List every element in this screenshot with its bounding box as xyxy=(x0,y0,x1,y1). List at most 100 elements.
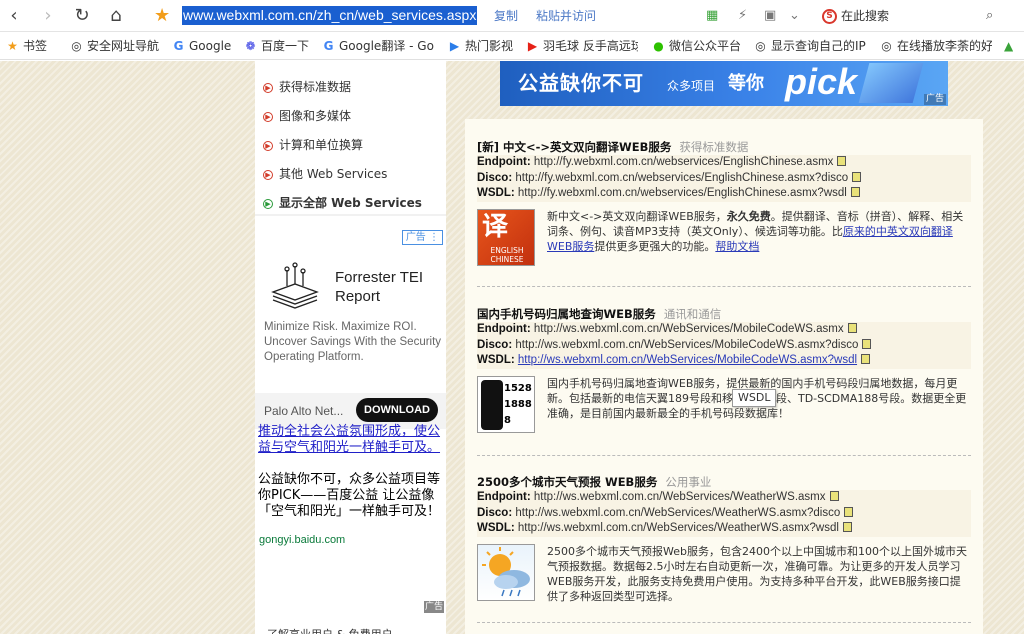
wsdl-url[interactable]: http://ws.webxml.com.cn/WebServices/Mobi… xyxy=(518,354,857,366)
copy-icon[interactable] xyxy=(829,491,839,501)
category-link[interactable]: ▶ 获得标准数据 xyxy=(263,79,351,95)
service-title[interactable]: 国内手机号码归属地查询WEB服务 通讯和通信 xyxy=(477,306,971,322)
bookmark-item[interactable]: ◎ 显示查询自己的IP xyxy=(754,38,866,54)
service-list: [新] 中文<->英文双向翻译WEB服务 获得标准数据 Endpoint: htt… xyxy=(465,119,983,634)
promo-text: 公益缺你不可，众多公益项目等你PICK——百度公益 让公益像「空气和阳光」一样触… xyxy=(258,472,441,519)
copy-icon[interactable] xyxy=(862,338,872,349)
service-category[interactable]: 通讯和通信 xyxy=(664,307,722,321)
paste-and-go-button[interactable]: 粘贴并访问 xyxy=(536,8,596,24)
translate-thumbnail: 译 ENGLISH CHINESE xyxy=(477,208,535,266)
service-category[interactable]: 公用事业 xyxy=(665,475,711,489)
endpoint-row: Endpoint: http://ws.webxml.com.cn/WebSer… xyxy=(477,490,971,506)
bookmark-item[interactable]: G Google xyxy=(172,38,232,54)
globe-icon: ◎ xyxy=(881,39,892,53)
thumbnail-text: ENGLISH CHINESE xyxy=(490,245,524,264)
ad-badge[interactable]: 广告 ⋮ xyxy=(401,230,443,245)
search-icon[interactable]: ⌕ xyxy=(986,7,993,25)
copy-icon[interactable] xyxy=(842,522,852,532)
copy-icon[interactable] xyxy=(844,506,854,517)
help-doc-link[interactable]: 帮助文档 xyxy=(715,240,759,253)
copy-icon[interactable] xyxy=(837,156,847,166)
wsdl-url[interactable]: http://fy.webxml.com.cn/webservices/Engl… xyxy=(518,187,847,199)
endpoint-url[interactable]: http://fy.webxml.com.cn/webservices/Engl… xyxy=(534,156,834,168)
bookmark-item[interactable]: ◎ 在线播放李荼的好 xyxy=(880,38,992,54)
search-placeholder: 在此搜索 xyxy=(841,9,890,23)
bookmark-star-icon[interactable]: ★ xyxy=(154,5,170,26)
banner-pick-text: pick xyxy=(785,61,858,102)
wsdl-row: WSDL: http://ws.webxml.com.cn/WebService… xyxy=(477,521,971,537)
disco-url[interactable]: http://ws.webxml.com.cn/WebServices/Mobi… xyxy=(515,339,858,351)
ad-text[interactable]: 了解高业用户 & 免费用户 xyxy=(267,626,393,634)
copy-icon[interactable] xyxy=(850,187,860,197)
wsdl-url[interactable]: http://ws.webxml.com.cn/WebServices/Weat… xyxy=(518,522,839,534)
search-engine-icon[interactable]: S xyxy=(822,9,837,24)
copy-icon[interactable] xyxy=(852,171,862,182)
tooltip: WSDL xyxy=(732,389,777,407)
bookmark-item[interactable]: ★ 书签 xyxy=(6,38,47,54)
endpoint-url[interactable]: http://ws.webxml.com.cn/WebServices/Mobi… xyxy=(534,323,844,335)
more-icon[interactable]: ▲ xyxy=(1004,38,1013,54)
baidu-icon: ❁ xyxy=(245,39,256,53)
wsdl-row: WSDL: http://ws.webxml.com.cn/WebService… xyxy=(477,353,971,369)
bookmark-item[interactable]: G Google翻译 - Go xyxy=(322,38,434,54)
bookmark-item[interactable]: ● 微信公众平台 xyxy=(652,38,741,54)
disco-row: Disco: http://fy.webxml.com.cn/webservic… xyxy=(477,170,971,186)
back-icon[interactable]: ‹ xyxy=(4,6,24,26)
bookmark-item[interactable]: ▶ 羽毛球 反手高远球 xyxy=(526,38,638,54)
category-link[interactable]: ▶ 其他 Web Services xyxy=(263,166,387,182)
youtube-icon: ▶ xyxy=(527,39,538,53)
google-icon: G xyxy=(173,39,184,53)
banner-graphic xyxy=(858,63,924,103)
sidebar-ad[interactable]: 广告 ⋮ Forrester TEI Report Minimize Risk.… xyxy=(255,228,446,429)
page-content: ▶ 获得标准数据 ▶ 图像和多媒体 ▶ 计算和单位换算 ▶ 其他 Web Service… xyxy=(0,61,1024,634)
reload-icon[interactable]: ↻ xyxy=(72,6,92,26)
disco-row: Disco: http://ws.webxml.com.cn/WebServic… xyxy=(477,337,971,353)
separator xyxy=(477,455,971,456)
service-category[interactable]: 获得标准数据 xyxy=(679,140,748,154)
wsdl-row: WSDL: http://fy.webxml.com.cn/webservice… xyxy=(477,186,971,202)
separator xyxy=(477,622,971,623)
service-entry: 2500多个城市天气预报 WEB服务 公用事业 Endpoint: http://… xyxy=(477,474,971,604)
stack-logo-icon xyxy=(271,262,319,309)
endpoint-url[interactable]: http://ws.webxml.com.cn/WebServices/Weat… xyxy=(534,491,826,503)
arrow-icon: ▶ xyxy=(263,169,273,180)
banner-ad[interactable]: 公益缺你不可 众多项目 等你 pick 广告 xyxy=(500,61,948,106)
globe-icon: ◎ xyxy=(755,39,766,53)
bookmark-item[interactable]: ◎ 安全网址导航 xyxy=(70,38,159,54)
promo-domain[interactable]: gongyi.baidu.com xyxy=(259,534,345,546)
copy-icon[interactable] xyxy=(861,354,871,364)
disco-row: Disco: http://ws.webxml.com.cn/WebServic… xyxy=(477,505,971,521)
lightning-icon[interactable]: ⚡ xyxy=(738,7,747,25)
service-entry: 国内手机号码归属地查询WEB服务 通讯和通信 Endpoint: http://w… xyxy=(477,306,971,436)
ad-title[interactable]: Forrester TEI Report xyxy=(335,268,443,306)
show-all-link[interactable]: ▶ 显示全部 Web Services xyxy=(263,195,422,211)
star-icon: ★ xyxy=(7,39,18,53)
disco-url[interactable]: http://fy.webxml.com.cn/webservices/Engl… xyxy=(515,172,848,184)
ad-brand: Palo Alto Net... xyxy=(264,404,344,418)
promo-link[interactable]: 推动全社会公益氛围形成，使公益与空气和阳光一样触手可及。 xyxy=(258,424,444,456)
category-link[interactable]: ▶ 计算和单位换算 xyxy=(263,137,363,153)
download-button[interactable]: DOWNLOAD xyxy=(356,398,438,422)
home-icon[interactable]: ⌂ xyxy=(106,6,126,26)
weather-thumbnail xyxy=(477,543,535,601)
separator xyxy=(477,286,971,287)
copy-icon[interactable] xyxy=(847,323,857,333)
service-title[interactable]: [新] 中文<->英文双向翻译WEB服务 获得标准数据 xyxy=(477,139,971,155)
search-box[interactable]: S 在此搜索 xyxy=(822,6,1002,26)
bookmark-item[interactable]: ❁ 百度一下 xyxy=(244,38,309,54)
service-description: 2500多个城市天气预报Web服务，包含2400个以上中国城市和100个以上国外… xyxy=(547,544,967,603)
service-title[interactable]: 2500多个城市天气预报 WEB服务 公用事业 xyxy=(477,474,971,490)
divider xyxy=(255,214,446,216)
qrcode-icon[interactable]: ▣ xyxy=(764,7,776,25)
copy-button[interactable]: 复制 xyxy=(494,8,518,24)
arrow-icon: ▶ xyxy=(263,82,273,93)
bookmark-item[interactable]: ▶ 热门影视 xyxy=(448,38,513,54)
chevron-down-icon[interactable]: ⌄ xyxy=(789,7,800,25)
ad-description: Minimize Risk. Maximize ROI. Uncover Sav… xyxy=(264,321,442,363)
category-link[interactable]: ▶ 图像和多媒体 xyxy=(263,108,351,124)
arrow-icon: ▶ xyxy=(263,111,273,122)
reader-icon[interactable]: ▦ xyxy=(706,7,718,25)
disco-url[interactable]: http://ws.webxml.com.cn/WebServices/Weat… xyxy=(515,507,840,519)
address-bar[interactable]: www.webxml.com.cn/zh_cn/web_services.asp… xyxy=(182,6,477,25)
forward-icon[interactable]: › xyxy=(38,6,58,26)
